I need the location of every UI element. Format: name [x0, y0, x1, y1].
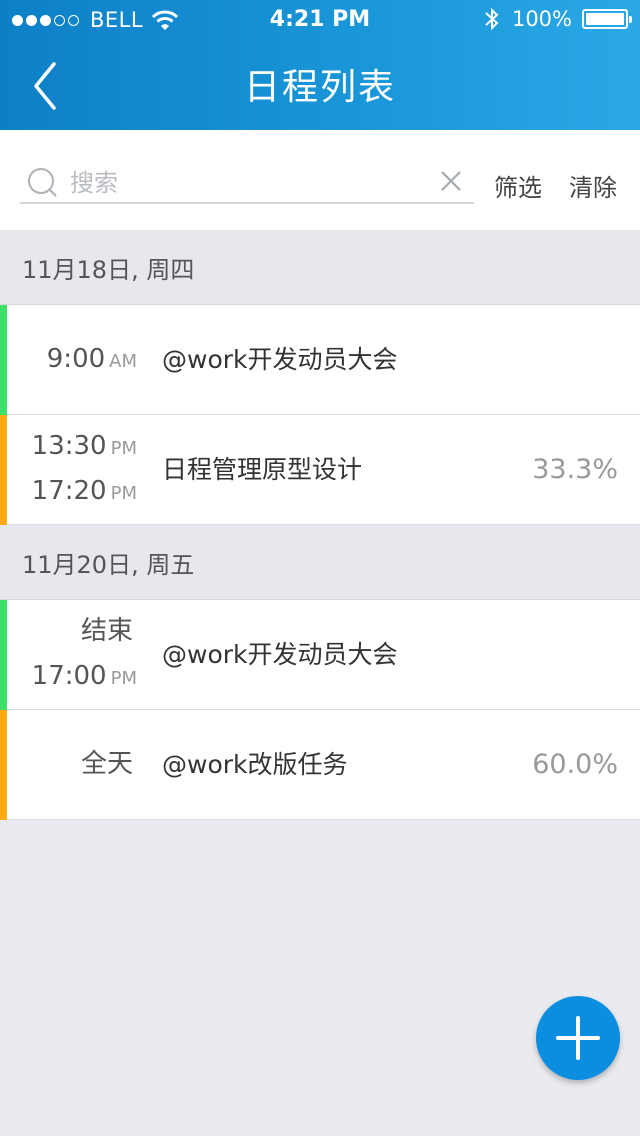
- schedule-row[interactable]: 全天 @work改版任务 60.0%: [0, 710, 640, 820]
- am-pm-label: PM: [110, 668, 137, 689]
- time-value: 全天: [80, 748, 133, 779]
- date-header: 11月18日, 周四: [0, 230, 640, 305]
- search-icon: [28, 168, 57, 197]
- time-column: 全天: [7, 710, 137, 820]
- navigation-bar: 日程列表: [0, 40, 640, 130]
- time-value: 结束: [80, 616, 133, 646]
- time-value: 13:30: [31, 431, 107, 461]
- schedule-title: 日程管理原型设计: [162, 455, 363, 484]
- am-pm-label: AM: [109, 350, 137, 372]
- plus-icon: [556, 1016, 600, 1060]
- progress-percent: 60.0%: [532, 749, 618, 780]
- time-column: 9:00 AM: [7, 305, 137, 415]
- schedule-row[interactable]: 结束 17:00 PM @work开发动员大会: [0, 600, 640, 710]
- status-bar-indicator: [0, 305, 7, 415]
- battery-icon: [582, 9, 632, 29]
- time-line: 17:00 PM: [32, 655, 137, 700]
- search-field: [20, 164, 474, 204]
- status-bar-indicator: [0, 600, 7, 710]
- schedule-title: @work开发动员大会: [162, 640, 398, 669]
- filter-button[interactable]: 筛选: [494, 168, 542, 203]
- time-line: 全天: [81, 743, 137, 788]
- time-line: 9:00 AM: [47, 338, 137, 383]
- search-bar: 筛选 清除: [0, 130, 640, 231]
- search-input[interactable]: [70, 166, 430, 200]
- time-value: 9:00: [46, 343, 106, 374]
- progress-percent: 33.3%: [532, 454, 618, 485]
- header: BELL 4:21 PM 100% 日程列表: [0, 0, 640, 130]
- time-column: 结束 17:00 PM: [7, 600, 137, 710]
- time-line: 13:30 PM: [32, 425, 137, 470]
- time-line: 17:20 PM: [32, 470, 137, 515]
- date-header: 11月20日, 周五: [0, 525, 640, 600]
- time-value: 17:00: [31, 661, 107, 691]
- schedule-title: @work改版任务: [162, 750, 348, 779]
- am-pm-label: PM: [110, 438, 137, 459]
- clear-button[interactable]: 清除: [569, 168, 617, 203]
- schedule-row[interactable]: 13:30 PM 17:20 PM 日程管理原型设计 33.3%: [0, 415, 640, 525]
- bluetooth-icon: [485, 7, 499, 31]
- schedule-row[interactable]: 9:00 AM @work开发动员大会: [0, 305, 640, 415]
- page-title: 日程列表: [243, 67, 396, 108]
- time-line: 结束: [81, 610, 137, 655]
- battery-percent: 100%: [511, 7, 572, 31]
- time-value: 17:20: [31, 476, 107, 506]
- time-column: 13:30 PM 17:20 PM: [7, 415, 137, 525]
- add-schedule-button[interactable]: [536, 996, 620, 1080]
- schedule-title: @work开发动员大会: [162, 345, 398, 374]
- status-bar-indicator: [0, 710, 7, 820]
- close-icon[interactable]: [438, 168, 464, 194]
- status-bar-indicator: [0, 415, 7, 525]
- status-bar: BELL 4:21 PM 100%: [0, 0, 640, 40]
- am-pm-label: PM: [110, 483, 137, 504]
